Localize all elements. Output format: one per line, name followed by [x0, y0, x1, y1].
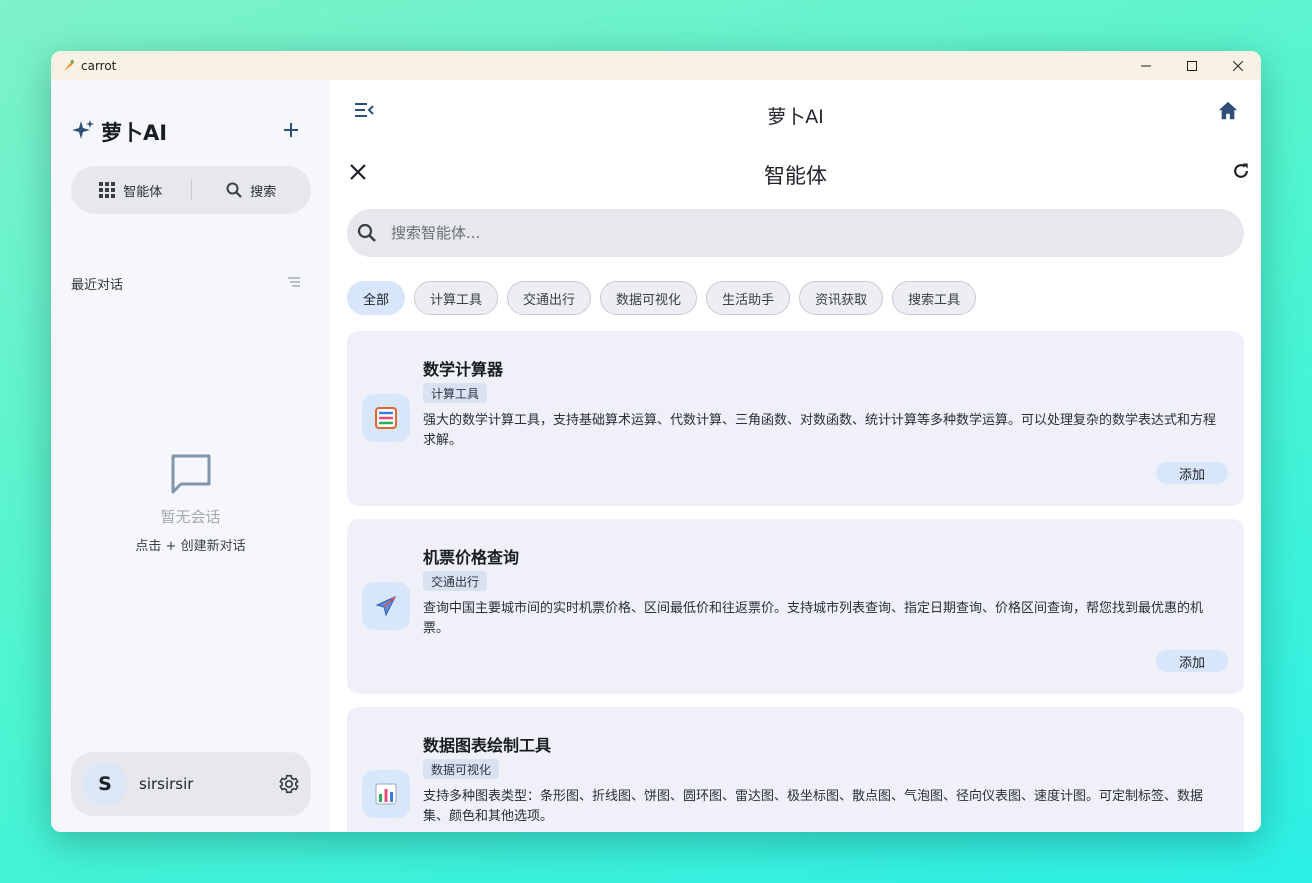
app-title: 萝卜AI [767, 106, 824, 128]
carrot-icon [61, 58, 75, 73]
agent-card[interactable]: 数学计算器 计算工具 强大的数学计算工具，支持基础算术运算、代数计算、三角函数、… [347, 331, 1244, 506]
agent-description: 支持多种图表类型：条形图、折线图、饼图、圆环图、雷达图、极坐标图、散点图、气泡图… [423, 789, 1204, 824]
grid-icon [99, 182, 116, 198]
panel-header: 智能体 [330, 152, 1261, 196]
agent-description: 查询中国主要城市间的实时机票价格、区间最低价和往返票价。支持城市列表查询、指定日… [423, 601, 1204, 636]
chip-life-assistant[interactable]: 生活助手 [706, 281, 791, 315]
search-label: 搜索 [250, 184, 277, 200]
chat-bubble-icon [51, 452, 330, 496]
brand: 萝卜AI [71, 117, 167, 147]
agent-description: 强大的数学计算工具，支持基础算术运算、代数计算、三角函数、对数函数、统计计算等多… [423, 413, 1217, 448]
abacus-icon [362, 394, 410, 442]
agents-label: 智能体 [123, 184, 163, 200]
brand-name: 萝卜AI [101, 121, 168, 145]
agent-tag: 交通出行 [423, 571, 488, 591]
empty-state: 暂无会话 点击 + 创建新对话 [51, 452, 330, 554]
main-area: 萝卜AI 智能体 全部 计算工具 交通出行 数据可视化 生活助手 资讯获取 [330, 80, 1261, 832]
bar-chart-icon [362, 770, 410, 818]
agent-title: 数学计算器 [423, 360, 504, 379]
chip-calc-tools[interactable]: 计算工具 [414, 281, 499, 315]
home-button[interactable] [1217, 100, 1239, 126]
close-window-button[interactable] [1215, 51, 1261, 80]
agent-card[interactable]: 数据图表绘制工具 数据可视化 支持多种图表类型：条形图、折线图、饼图、圆环图、雷… [347, 707, 1244, 832]
refresh-icon [1234, 163, 1248, 178]
maximize-button[interactable] [1169, 51, 1215, 80]
sort-icon[interactable] [287, 276, 301, 291]
minimize-button[interactable] [1123, 51, 1169, 80]
agent-tag: 数据可视化 [423, 759, 500, 779]
panel-title: 智能体 [764, 164, 827, 188]
plus-icon [284, 123, 298, 137]
settings-button[interactable] [267, 773, 311, 795]
chip-news[interactable]: 资讯获取 [799, 281, 884, 315]
recent-label: 最近对话 [71, 278, 124, 293]
agents-button[interactable]: 智能体 [71, 166, 191, 214]
search-icon [357, 223, 376, 242]
agent-tag: 计算工具 [423, 383, 488, 403]
chip-data-viz[interactable]: 数据可视化 [600, 281, 698, 315]
category-chips: 全部 计算工具 交通出行 数据可视化 生活助手 资讯获取 搜索工具 [347, 281, 977, 315]
window-title: carrot [81, 58, 117, 73]
add-agent-button[interactable]: 添加 [1156, 462, 1228, 484]
search-button[interactable]: 搜索 [192, 166, 312, 214]
search-icon [226, 182, 243, 198]
sidebar: 萝卜AI 智能体 搜索 最近对话 暂无会话 点击 + 创建新对话 S sirsi… [51, 80, 330, 832]
home-icon [1218, 101, 1238, 120]
agent-list: 数学计算器 计算工具 强大的数学计算工具，支持基础算术运算、代数计算、三角函数、… [347, 331, 1244, 832]
add-agent-button[interactable]: 添加 [1156, 650, 1228, 672]
agent-card[interactable]: 机票价格查询 交通出行 查询中国主要城市间的实时机票价格、区间最低价和往返票价。… [347, 519, 1244, 694]
gear-icon [279, 774, 299, 794]
refresh-button[interactable] [1231, 161, 1251, 185]
avatar: S [83, 762, 127, 806]
title-bar: carrot [51, 51, 1261, 80]
recent-header: 最近对话 [71, 274, 301, 293]
chip-all[interactable]: 全部 [347, 281, 406, 315]
empty-hint: 点击 + 创建新对话 [135, 539, 246, 554]
empty-title: 暂无会话 [160, 508, 221, 526]
new-chat-button[interactable] [280, 119, 302, 141]
top-bar: 萝卜AI [330, 80, 1261, 146]
agent-title: 数据图表绘制工具 [423, 736, 552, 755]
app-window: carrot 萝卜AI 智能体 搜索 最近对话 暂无会话 点击 + 创建新对话 … [51, 51, 1261, 832]
agent-title: 机票价格查询 [423, 548, 520, 567]
username: sirsirsir [139, 775, 194, 793]
sparkle-icon [71, 118, 95, 146]
sidebar-segment: 智能体 搜索 [71, 166, 311, 214]
chip-search-tools[interactable]: 搜索工具 [892, 281, 977, 315]
agent-search-bar [347, 209, 1244, 257]
user-card[interactable]: S sirsirsir [71, 752, 311, 816]
agent-search-input[interactable] [391, 224, 1191, 242]
chip-transport[interactable]: 交通出行 [507, 281, 592, 315]
airplane-icon [362, 582, 410, 630]
